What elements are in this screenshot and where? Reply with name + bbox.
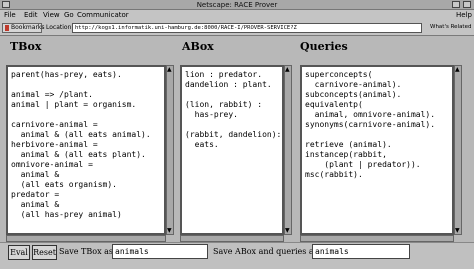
abox-horizontal-scrollbar[interactable] xyxy=(180,235,284,242)
bookmark-icon xyxy=(5,25,9,31)
queries-content: superconcepts( carnivore-animal). subcon… xyxy=(305,70,436,179)
reset-button[interactable]: Reset xyxy=(32,245,57,260)
queries-heading: Queries xyxy=(300,40,348,53)
save-abox-input[interactable]: animals xyxy=(312,244,410,259)
abox-vertical-scrollbar[interactable] xyxy=(284,65,292,235)
abox-textarea[interactable]: lion : predator. dandelion : plant. (lio… xyxy=(180,65,284,235)
location-toolbar: Bookmarks Location: http://kogs1.informa… xyxy=(0,20,474,36)
form-controls: Eval Reset Save TBox as: animals Save AB… xyxy=(0,242,474,269)
abox-heading: ABox xyxy=(182,40,214,53)
minimize-button[interactable] xyxy=(452,1,460,8)
eval-button[interactable]: Eval xyxy=(8,245,30,260)
whats-related-button[interactable]: What's Related xyxy=(430,24,471,30)
menu-bar: File Edit View Go Communicator Help xyxy=(0,10,474,20)
menu-file[interactable]: File xyxy=(4,11,16,19)
url-field[interactable]: http://kogs1.informatik.uni-hamburg.de:8… xyxy=(72,23,422,33)
bookmarks-button[interactable]: Bookmarks xyxy=(2,23,45,33)
tbox-vertical-scrollbar[interactable] xyxy=(166,65,174,235)
bookmarks-label: Bookmarks xyxy=(11,24,45,31)
save-tbox-label: Save TBox as: xyxy=(59,247,116,256)
queries-horizontal-scrollbar[interactable] xyxy=(300,235,454,242)
menu-edit[interactable]: Edit xyxy=(24,11,38,19)
queries-vertical-scrollbar[interactable] xyxy=(454,65,462,235)
tbox-heading: TBox xyxy=(10,40,42,53)
tbox-horizontal-scrollbar[interactable] xyxy=(6,235,166,242)
window-title: Netscape: RACE Prover xyxy=(196,1,278,9)
abox-content: lion : predator. dandelion : plant. (lio… xyxy=(185,70,282,149)
location-label: Location: xyxy=(46,24,74,31)
maximize-button[interactable] xyxy=(463,1,471,8)
menu-communicator[interactable]: Communicator xyxy=(77,11,129,19)
menu-help[interactable]: Help xyxy=(456,11,472,19)
tbox-textarea[interactable]: parent(has-prey, eats). animal => /plant… xyxy=(6,65,166,235)
queries-textarea[interactable]: superconcepts( carnivore-animal). subcon… xyxy=(300,65,454,235)
save-tbox-input[interactable]: animals xyxy=(112,244,208,259)
tbox-content: parent(has-prey, eats). animal => /plant… xyxy=(11,70,151,219)
window-titlebar[interactable]: Netscape: RACE Prover xyxy=(0,0,474,10)
menu-view[interactable]: View xyxy=(43,11,60,19)
menu-go[interactable]: Go xyxy=(64,11,74,19)
save-abox-label: Save ABox and queries as: xyxy=(213,247,321,256)
